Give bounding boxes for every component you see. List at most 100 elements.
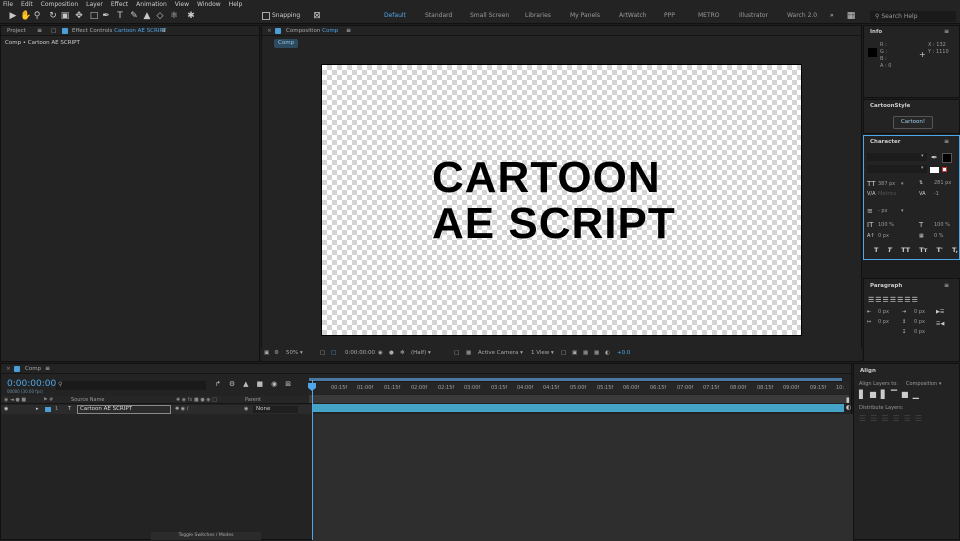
close-tab-icon[interactable]: × (267, 28, 272, 34)
region-icon[interactable]: □ (331, 350, 336, 356)
menu-help[interactable]: Help (229, 1, 243, 8)
info-menu-icon[interactable]: ≡ (944, 28, 949, 35)
panel-menu-icon[interactable]: ≡ (37, 27, 42, 34)
show-snapshot-icon[interactable]: ● (389, 350, 394, 356)
fast-previews-icon[interactable]: ▣ (572, 350, 577, 356)
snapshot-icon[interactable]: ◉ (378, 350, 383, 356)
indent-left-value[interactable]: 0 px (878, 309, 889, 315)
vertical-scale-value[interactable]: 100 % (878, 222, 894, 228)
comp-chip[interactable]: Comp (274, 39, 299, 48)
exposure-value[interactable]: +0.0 (617, 350, 630, 356)
pen-tool-icon[interactable]: ✒ (101, 11, 111, 21)
align-to-dropdown[interactable]: Composition ▾ (906, 381, 941, 387)
space-after-value[interactable]: 0 px (914, 329, 925, 335)
transparency-grid-icon[interactable]: ▦ (466, 350, 471, 356)
color-picker-icon[interactable]: ✻ (400, 350, 405, 356)
workspace-illustrator[interactable]: Illustrator (739, 12, 768, 19)
paragraph-menu-icon[interactable]: ≡ (944, 282, 949, 289)
menu-edit[interactable]: Edit (21, 1, 33, 8)
workspace-warch[interactable]: Warch 2.0 (787, 12, 817, 19)
cartoon-button[interactable]: Cartoon! (893, 116, 933, 129)
toggle-pixel-icon[interactable]: □ (561, 350, 566, 356)
indent-right-value[interactable]: 0 px (914, 309, 925, 315)
leading-value[interactable]: 281 px (934, 180, 951, 186)
workspace-overflow-icon[interactable]: » (830, 12, 834, 19)
camera-dropdown[interactable]: Active Camera ▾ (478, 350, 523, 356)
work-area-range[interactable] (309, 378, 842, 381)
font-size-chevron-icon[interactable]: ▾ (901, 181, 904, 187)
workspace-standard[interactable]: Standard (425, 12, 452, 19)
pan-behind-tool-icon[interactable]: ✥ (74, 11, 84, 21)
space-before-value[interactable]: 0 px (914, 319, 925, 325)
font-size-value[interactable]: 387 px (878, 181, 895, 187)
workspace-my-panels[interactable]: My Panels (570, 12, 600, 19)
timeline-timecode[interactable]: 0:00:00:00 (7, 379, 56, 389)
camera-tool-icon[interactable]: ▣ (60, 11, 70, 21)
timeline-switch-icons[interactable]: ↱⚙▲■◉⊠ (215, 380, 299, 388)
selection-tool-icon[interactable]: ▶ (8, 11, 18, 21)
layer-label-color[interactable] (45, 407, 51, 412)
snap-options-icon[interactable]: ⊠ (312, 11, 322, 21)
view-layout-dropdown[interactable]: 1 View ▾ (531, 350, 554, 356)
no-stroke-swatch[interactable] (942, 167, 947, 172)
layer-expand-icon[interactable]: ▸ (36, 406, 39, 412)
tab-effect-controls[interactable]: Effect Controls Cartoon AE SCRIPT (72, 28, 166, 34)
close-timeline-icon[interactable]: × (6, 366, 11, 372)
workspace-artwatch[interactable]: ArtWatch (619, 12, 647, 19)
rotate-tool-icon[interactable]: ↻ (48, 11, 58, 21)
tracking-value[interactable]: -1 (934, 191, 939, 197)
workspace-small-screen[interactable]: Small Screen (470, 12, 509, 19)
comp-button-icon[interactable]: ▮ (846, 396, 850, 404)
character-menu-icon[interactable]: ≡ (944, 138, 949, 145)
rtl-icon[interactable]: ☰◀ (936, 321, 944, 327)
menu-window[interactable]: Window (197, 1, 221, 8)
always-preview-icon[interactable]: ▣ (264, 350, 269, 356)
menu-layer[interactable]: Layer (86, 1, 103, 8)
clone-stamp-tool-icon[interactable]: ▲ (142, 11, 152, 21)
faux-italic-button[interactable]: T (888, 246, 892, 254)
font-style-dropdown[interactable] (867, 165, 927, 173)
comp-flowchart-icon[interactable]: ▦ (594, 350, 599, 356)
canvas-text[interactable]: CARTOON AE SCRIPT (432, 155, 732, 247)
kerning-value[interactable]: Metrics (878, 191, 896, 197)
layer-name[interactable]: Cartoon AE SCRIPT (77, 405, 171, 414)
search-help-input[interactable]: ⚲ Search Help (870, 11, 956, 22)
tsume-value[interactable]: 0 % (934, 233, 944, 239)
timeline-icon[interactable]: ▦ (583, 350, 588, 356)
tab-composition[interactable]: Composition Comp (286, 28, 338, 34)
timeline-track-area[interactable] (313, 414, 853, 541)
stroke-width-value[interactable]: - px (878, 208, 888, 214)
viewer-timecode[interactable]: 0:00:00:00 (345, 350, 375, 356)
type-tool-icon[interactable]: T (115, 11, 125, 21)
zoom-timeline-icon[interactable]: ◐ (846, 404, 851, 411)
tab-project[interactable]: Project (7, 28, 26, 34)
workspace-panel-icon[interactable]: ▦ (846, 11, 856, 21)
effect-controls-menu-icon[interactable]: ≡ (161, 27, 166, 34)
toggle-switches-modes[interactable]: Toggle Switches / Modes (151, 532, 261, 540)
parent-pickwhip-icon[interactable]: ◉ (244, 406, 248, 412)
stroke-color-swatch[interactable] (930, 167, 939, 173)
menu-animation[interactable]: Animation (136, 1, 167, 8)
grid-icon[interactable]: □ (320, 350, 325, 356)
indent-first-value[interactable]: 0 px (878, 319, 889, 325)
puppet-tool-icon[interactable]: ✱ (186, 11, 196, 21)
faux-bold-button[interactable]: T (874, 246, 878, 254)
menu-view[interactable]: View (175, 1, 189, 8)
eyedropper-icon[interactable]: ✒ (931, 153, 938, 162)
small-caps-button[interactable]: Tт (919, 246, 927, 254)
paragraph-align-buttons[interactable]: ☰☰☰☰☰☰☰ (868, 296, 919, 304)
fill-color-swatch[interactable] (942, 153, 952, 163)
layer-duration-bar[interactable] (312, 404, 844, 412)
layer-visibility-icon[interactable]: ◉ (4, 406, 8, 412)
playhead[interactable] (312, 380, 313, 540)
layer-switches-icons[interactable]: ✺ ◉ / (175, 406, 188, 412)
horizontal-scale-value[interactable]: 100 % (934, 222, 950, 228)
superscript-button[interactable]: T' (936, 246, 942, 254)
menu-file[interactable]: File (3, 1, 13, 8)
eraser-tool-icon[interactable]: ◇ (155, 11, 165, 21)
menu-composition[interactable]: Composition (41, 1, 78, 8)
menu-effect[interactable]: Effect (111, 1, 128, 8)
tab-timeline-comp[interactable]: Comp (25, 366, 41, 372)
baseline-shift-value[interactable]: 0 px (878, 233, 889, 239)
all-caps-button[interactable]: TT (901, 246, 910, 254)
